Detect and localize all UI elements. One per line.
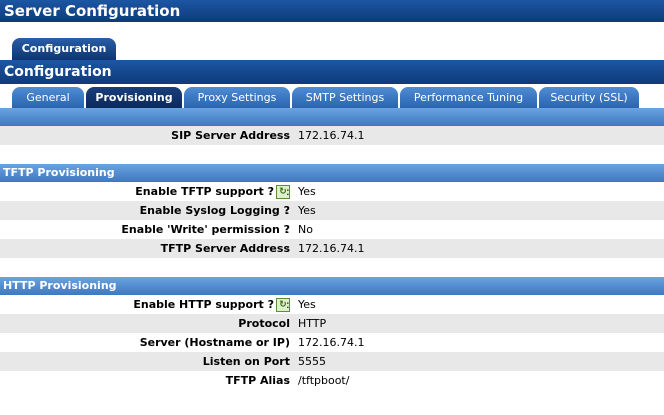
tftp-alias-value: /tftpboot/ [298, 374, 350, 387]
tftp-enable-label: Enable TFTP support ? ↻ [135, 182, 290, 201]
write-permission-value: No [298, 223, 313, 236]
listen-port-value: 5555 [298, 355, 326, 368]
section-title: Configuration [0, 60, 664, 84]
http-server-value: 172.16.74.1 [298, 336, 365, 349]
outer-tab-strip: Configuration [0, 22, 664, 60]
sip-server-row: SIP Server Address : 172.16.74.1 [0, 126, 664, 145]
http-row-enable: Enable HTTP support ? ↻ : Yes [0, 295, 664, 314]
tftp-row-syslog: Enable Syslog Logging ? : Yes [0, 201, 664, 220]
tftp-enable-value: Yes [298, 185, 316, 198]
colon: : [286, 129, 290, 142]
tab-general[interactable]: General [12, 87, 84, 108]
http-section-header: HTTP Provisioning [0, 277, 664, 295]
tftp-alias-label: TFTP Alias [225, 374, 290, 387]
colon: : [286, 317, 290, 330]
tftp-server-value: 172.16.74.1 [298, 242, 365, 255]
tab-security-ssl[interactable]: Security (SSL) [539, 87, 639, 108]
tftp-section-header: TFTP Provisioning [0, 164, 664, 182]
http-row-server: Server (Hostname or IP) : 172.16.74.1 [0, 333, 664, 352]
content-top-band [0, 108, 664, 126]
protocol-value: HTTP [298, 317, 327, 330]
colon: : [286, 336, 290, 349]
tab-provisioning[interactable]: Provisioning [86, 87, 182, 108]
tab-smtp-settings[interactable]: SMTP Settings [292, 87, 398, 108]
tab-performance-tuning[interactable]: Performance Tuning [400, 87, 537, 108]
colon: : [286, 298, 290, 311]
syslog-value: Yes [298, 204, 316, 217]
tftp-row-enable: Enable TFTP support ? ↻ : Yes [0, 182, 664, 201]
sip-server-label: SIP Server Address [171, 129, 290, 142]
colon: : [286, 204, 290, 217]
tftp-server-label: TFTP Server Address [160, 242, 290, 255]
colon: : [286, 242, 290, 255]
http-row-port: Listen on Port : 5555 [0, 352, 664, 371]
http-row-alias: TFTP Alias : /tftpboot/ [0, 371, 664, 390]
write-permission-label: Enable 'Write' permission ? [121, 223, 290, 236]
colon: : [286, 355, 290, 368]
http-server-label: Server (Hostname or IP) [139, 336, 290, 349]
protocol-label: Protocol [238, 317, 290, 330]
http-row-protocol: Protocol : HTTP [0, 314, 664, 333]
tab-configuration[interactable]: Configuration [12, 38, 116, 60]
syslog-label: Enable Syslog Logging ? [139, 204, 290, 217]
http-enable-label: Enable HTTP support ? ↻ [133, 295, 290, 314]
config-tab-strip: General Provisioning Proxy Settings SMTP… [0, 84, 664, 108]
window-title: Server Configuration [0, 0, 664, 22]
http-enable-value: Yes [298, 298, 316, 311]
colon: : [286, 223, 290, 236]
listen-port-label: Listen on Port [202, 355, 290, 368]
tab-proxy-settings[interactable]: Proxy Settings [184, 87, 290, 108]
tftp-row-write: Enable 'Write' permission ? : No [0, 220, 664, 239]
sip-server-value: 172.16.74.1 [298, 129, 365, 142]
tftp-row-server: TFTP Server Address : 172.16.74.1 [0, 239, 664, 258]
colon: : [286, 374, 290, 387]
colon: : [286, 185, 290, 198]
